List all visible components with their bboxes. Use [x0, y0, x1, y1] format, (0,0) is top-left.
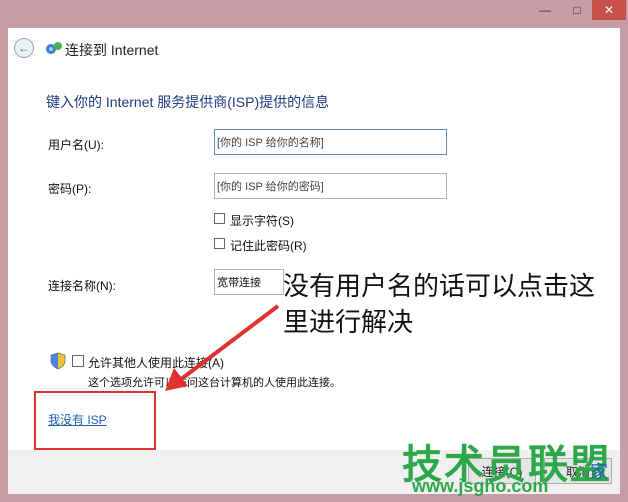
dialog-window: — □ ✕ ← 连接到 Internet 键入你的 Internet 服务提供商…	[0, 0, 628, 502]
annotation-arrow	[165, 304, 280, 391]
watermark-home: 家	[590, 462, 608, 482]
watermark-url: www.jsgho.com	[412, 476, 549, 496]
